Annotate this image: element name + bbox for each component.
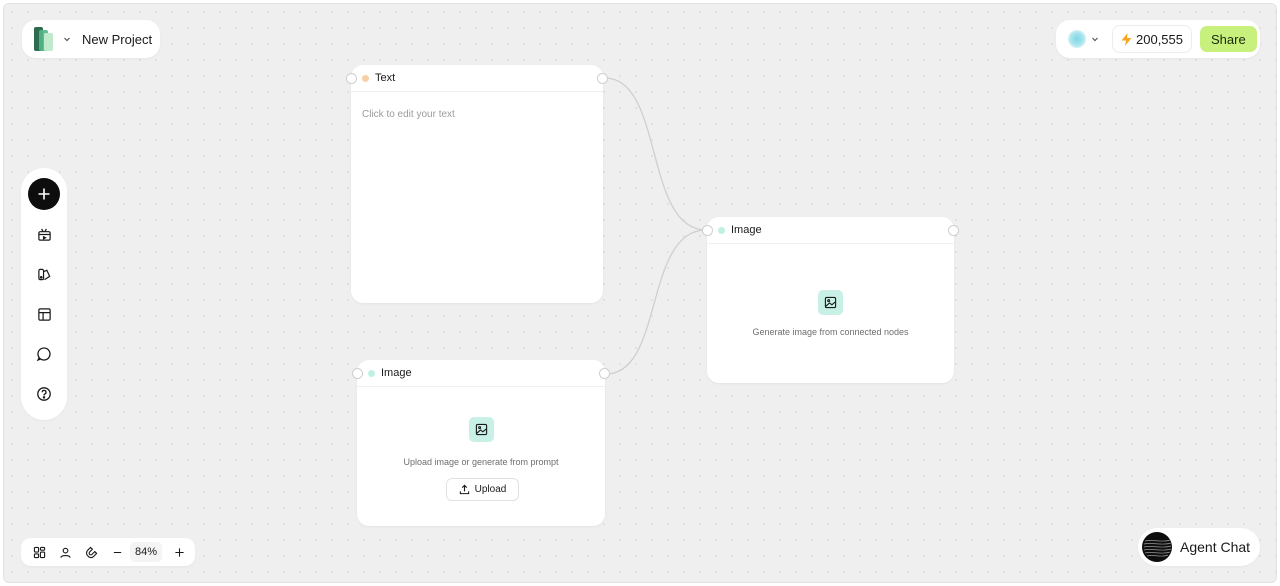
agent-chat-label: Agent Chat bbox=[1180, 539, 1251, 555]
credits-badge[interactable]: 200,555 bbox=[1112, 25, 1192, 53]
magnet-button[interactable] bbox=[78, 539, 104, 565]
palette-icon bbox=[37, 268, 50, 280]
workflow-canvas[interactable]: Text Click to edit your text Image Uploa… bbox=[3, 3, 1277, 583]
user-icon bbox=[59, 547, 71, 558]
credits-count: 200,555 bbox=[1136, 31, 1183, 47]
minus-icon bbox=[113, 551, 121, 553]
top-right-controls: 200,555 Share bbox=[1056, 20, 1260, 58]
share-button[interactable]: Share bbox=[1200, 26, 1257, 52]
image-generate-node-title: Image bbox=[731, 224, 762, 236]
image-generate-node[interactable]: Image Generate image from connected node… bbox=[702, 217, 959, 383]
image-upload-node-header[interactable]: Image bbox=[357, 360, 605, 387]
project-menu[interactable]: New Project bbox=[22, 20, 160, 58]
avatar[interactable] bbox=[1068, 30, 1086, 48]
templates-button[interactable] bbox=[28, 298, 60, 330]
text-node-header[interactable]: Text bbox=[351, 65, 603, 92]
users-button[interactable] bbox=[52, 539, 78, 565]
image-generate-node-dot bbox=[718, 226, 725, 234]
lightning-icon bbox=[1121, 32, 1132, 46]
zoom-level[interactable]: 84% bbox=[130, 542, 162, 562]
agent-avatar bbox=[1142, 532, 1172, 562]
text-node[interactable]: Text Click to edit your text bbox=[346, 65, 608, 303]
agent-chat-button[interactable]: Agent Chat bbox=[1138, 528, 1260, 566]
image-generate-output-port[interactable] bbox=[948, 225, 959, 236]
add-node-button[interactable] bbox=[28, 178, 60, 210]
text-node-placeholder[interactable]: Click to edit your text bbox=[362, 109, 455, 120]
text-node-input-port[interactable] bbox=[346, 73, 357, 84]
left-toolbar bbox=[21, 168, 67, 420]
layout-icon bbox=[37, 307, 51, 321]
media-box-icon bbox=[37, 228, 51, 241]
image-icon bbox=[469, 417, 494, 442]
connection-edges bbox=[604, 77, 707, 375]
styles-button[interactable] bbox=[28, 258, 60, 290]
help-icon bbox=[37, 387, 51, 401]
image-generate-input-port[interactable] bbox=[702, 225, 713, 236]
chat-bubble-icon bbox=[36, 347, 51, 362]
image-upload-caption: Upload image or generate from prompt bbox=[403, 457, 559, 467]
image-upload-input-port[interactable] bbox=[352, 368, 363, 379]
edge-text-to-image bbox=[604, 77, 707, 231]
zoom-in-button[interactable] bbox=[166, 539, 192, 565]
text-node-output-port[interactable] bbox=[597, 73, 608, 84]
text-node-dot bbox=[362, 74, 369, 82]
image-upload-node-title: Image bbox=[381, 367, 412, 379]
image-generate-node-header[interactable]: Image bbox=[707, 217, 954, 244]
plus-icon bbox=[38, 188, 50, 200]
comments-button[interactable] bbox=[28, 338, 60, 370]
magnet-icon bbox=[85, 546, 97, 558]
image-upload-node-dot bbox=[368, 369, 375, 377]
plus-icon bbox=[174, 547, 184, 557]
text-node-title: Text bbox=[375, 72, 396, 84]
assets-button[interactable] bbox=[28, 218, 60, 250]
zoom-out-button[interactable] bbox=[104, 539, 130, 565]
zoom-controls: 84% bbox=[21, 538, 195, 566]
image-generate-caption: Generate image from connected nodes bbox=[752, 327, 909, 337]
project-name[interactable]: New Project bbox=[82, 32, 152, 47]
upload-button[interactable]: Upload bbox=[446, 478, 519, 501]
image-upload-node[interactable]: Image Upload image or generate from prom… bbox=[352, 360, 610, 526]
grid-view-button[interactable] bbox=[26, 539, 52, 565]
image-icon bbox=[818, 290, 843, 315]
image-upload-output-port[interactable] bbox=[599, 368, 610, 379]
upload-button-label: Upload bbox=[474, 484, 507, 495]
app-logo-icon bbox=[34, 27, 54, 51]
chevron-down-icon[interactable] bbox=[62, 34, 72, 44]
grid-icon bbox=[33, 546, 45, 558]
help-button[interactable] bbox=[28, 378, 60, 410]
upload-icon bbox=[459, 484, 469, 495]
chevron-down-icon[interactable] bbox=[1090, 34, 1100, 44]
edge-image-to-image bbox=[605, 229, 707, 375]
